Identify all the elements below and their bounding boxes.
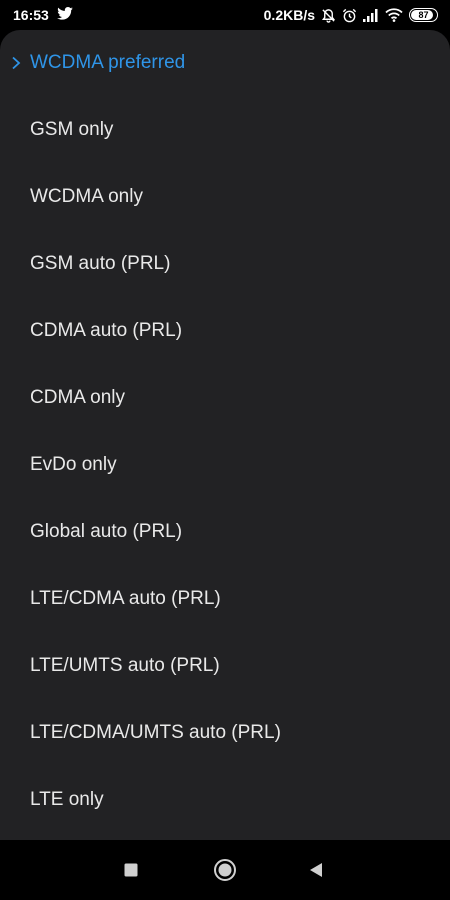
wifi-icon	[385, 8, 403, 22]
option-label: LTE only	[30, 789, 104, 810]
option-cdma-only[interactable]: CDMA only	[0, 365, 450, 431]
selected-chevron-icon	[12, 56, 21, 70]
status-bar: 16:53 0.2KB/s 87	[0, 0, 450, 30]
option-label: LTE/CDMA/UMTS auto (PRL)	[30, 722, 281, 743]
option-wcdma-only[interactable]: WCDMA only	[0, 164, 450, 230]
option-wcdma-preferred[interactable]: WCDMA preferred	[0, 30, 450, 96]
navigation-bar	[0, 840, 450, 900]
option-label: WCDMA only	[30, 186, 143, 207]
twitter-icon	[57, 7, 73, 23]
mute-bell-icon	[321, 8, 336, 23]
signal-icon	[363, 8, 379, 22]
option-gsm-auto-prl[interactable]: GSM auto (PRL)	[0, 231, 450, 297]
battery-level: 87	[418, 10, 429, 20]
alarm-icon	[342, 8, 357, 23]
clock: 16:53	[13, 7, 49, 23]
option-label: WCDMA preferred	[30, 52, 186, 73]
option-evdo-only[interactable]: EvDo only	[0, 432, 450, 498]
home-circle-icon[interactable]	[213, 858, 237, 882]
recents-square-icon[interactable]	[124, 863, 138, 877]
option-label: GSM auto (PRL)	[30, 253, 171, 274]
battery-icon: 87	[409, 8, 438, 22]
option-label: Global auto (PRL)	[30, 521, 183, 542]
option-cdma-auto-prl[interactable]: CDMA auto (PRL)	[0, 298, 450, 364]
option-label: GSM only	[30, 119, 114, 140]
option-gsm-only[interactable]: GSM only	[0, 97, 450, 163]
option-lte-umts-auto-prl[interactable]: LTE/UMTS auto (PRL)	[0, 633, 450, 699]
option-lte-only[interactable]: LTE only	[0, 767, 450, 833]
status-bar-left: 16:53	[13, 7, 73, 23]
option-label: LTE/UMTS auto (PRL)	[30, 655, 220, 676]
option-lte-cdma-auto-prl[interactable]: LTE/CDMA auto (PRL)	[0, 566, 450, 632]
option-label: CDMA only	[30, 387, 126, 408]
option-global-auto-prl[interactable]: Global auto (PRL)	[0, 499, 450, 565]
option-label: LTE/CDMA auto (PRL)	[30, 588, 221, 609]
option-label: CDMA auto (PRL)	[30, 320, 183, 341]
option-lte-cdma-umts-auto-prl[interactable]: LTE/CDMA/UMTS auto (PRL)	[0, 700, 450, 766]
back-triangle-icon[interactable]	[309, 862, 323, 878]
network-speed: 0.2KB/s	[263, 7, 315, 23]
preferred-network-type-sheet: WCDMA preferred GSM only WCDMA only GSM …	[0, 30, 450, 840]
option-label: EvDo only	[30, 454, 117, 475]
status-bar-right: 0.2KB/s 87	[264, 7, 438, 23]
